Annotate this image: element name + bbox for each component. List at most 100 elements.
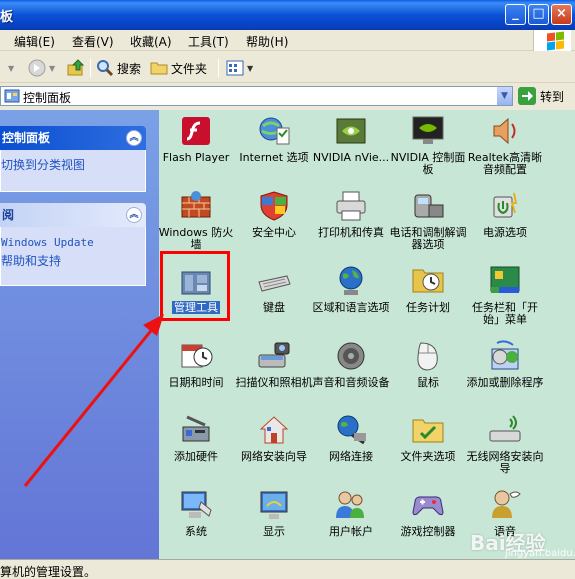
chevron-down-icon: ▼ (8, 63, 15, 73)
toolbar-separator (90, 59, 91, 77)
toolbar-separator (218, 59, 219, 77)
forward-button[interactable]: ▼ (28, 57, 55, 79)
control-panel-icon (4, 89, 20, 103)
control-panel-item[interactable]: 游戏控制器 (389, 488, 467, 538)
taskbar-icon (490, 266, 520, 293)
control-panel-item[interactable]: Internet 选项 (235, 114, 313, 164)
item-label: 文件夹选项 (400, 450, 456, 463)
menu-help[interactable]: 帮助(H) (246, 33, 288, 50)
item-label: 电话和调制解调器选项 (389, 226, 467, 251)
item-label: 添加或删除程序 (466, 376, 544, 389)
item-label: 区域和语言选项 (312, 301, 390, 314)
menu-view[interactable]: 查看(V) (72, 33, 114, 50)
forward-icon (28, 59, 46, 77)
scanner-icon (258, 342, 290, 368)
menu-edit[interactable]: 编辑(E) (14, 33, 55, 50)
flash-icon (182, 117, 210, 145)
control-panel-item[interactable]: 区域和语言选项 (312, 264, 390, 314)
speech-icon (492, 490, 521, 518)
item-label: 安全中心 (252, 226, 296, 239)
speaker-icon (337, 342, 365, 370)
switch-category-view-link[interactable]: 切换到分类视图 (1, 156, 145, 175)
control-panel-item[interactable]: 显示 (235, 488, 313, 538)
control-panel-item[interactable]: 鼠标 (389, 339, 467, 389)
search-button[interactable]: 搜索 (96, 57, 141, 79)
search-icon (97, 60, 114, 77)
control-panel-item[interactable]: 任务计划 (389, 264, 467, 314)
control-panel-item[interactable]: 声音和音频设备 (312, 339, 390, 389)
item-label: 网络安装向导 (241, 450, 307, 463)
folder-icon (150, 62, 168, 75)
control-panel-item[interactable]: 安全中心 (235, 189, 313, 239)
chevron-down-icon: ▼ (247, 63, 254, 73)
nvidia-control-panel-icon (412, 116, 444, 144)
control-panel-item[interactable]: 键盘 (235, 264, 313, 314)
close-button[interactable]: × (551, 4, 572, 25)
see-also-section: 阅 ︽ Windows Update 帮助和支持 (0, 203, 146, 286)
chevron-up-icon[interactable]: ︽ (126, 207, 142, 223)
nvidia-nview-icon (336, 118, 366, 144)
views-button[interactable]: ▼ (226, 57, 253, 79)
control-panel-item[interactable]: 添加或删除程序 (466, 339, 544, 389)
task-pane: 控制面板 ︽ 切换到分类视图 阅 ︽ Windows Update 帮助和支持 (0, 110, 159, 559)
control-panel-item[interactable]: 电话和调制解调器选项 (389, 189, 467, 251)
printer-icon (336, 191, 366, 221)
control-panel-item[interactable]: Flash Player (157, 114, 235, 164)
item-label: 日期和时间 (168, 376, 224, 389)
control-panel-item[interactable]: Realtek高清晰音频配置 (466, 114, 544, 176)
item-label: 鼠标 (417, 376, 439, 389)
watermark-url: jingyan.baidu.com (505, 548, 575, 559)
control-panel-item[interactable]: 网络安装向导 (235, 413, 313, 463)
item-label: 扫描仪和照相机 (235, 376, 313, 389)
control-panel-item[interactable]: 系统 (157, 488, 235, 538)
add-hardware-icon (182, 415, 210, 442)
clock-icon (181, 344, 213, 368)
item-label: 网络连接 (329, 450, 373, 463)
item-label: 键盘 (263, 301, 285, 314)
control-panel-item[interactable]: 日期和时间 (157, 339, 235, 389)
control-panel-item[interactable]: 用户帐户 (312, 488, 390, 538)
control-panel-item[interactable]: 网络连接 (312, 413, 390, 463)
item-label: Windows 防火墙 (158, 226, 234, 251)
back-dropdown[interactable]: ▼ (8, 57, 14, 79)
control-panel-item[interactable]: 文件夹选项 (389, 413, 467, 463)
help-support-link[interactable]: 帮助和支持 (1, 252, 145, 271)
windows-logo-icon (533, 30, 571, 51)
menu-tools[interactable]: 工具(T) (188, 33, 229, 50)
menu-favorites[interactable]: 收藏(A) (130, 33, 172, 50)
section-header[interactable]: 阅 ︽ (0, 203, 146, 227)
chevron-down-icon[interactable]: ▼ (496, 87, 512, 105)
windows-update-link[interactable]: Windows Update (1, 233, 145, 252)
minimize-button[interactable]: _ (505, 4, 526, 25)
go-button[interactable]: 转到 (518, 87, 564, 105)
control-panel-item[interactable]: 打印机和传真 (312, 189, 390, 239)
control-panel-item[interactable]: NVIDIA 控制面板 (389, 114, 467, 176)
address-field[interactable]: 控制面板 ▼ (0, 86, 513, 106)
up-folder-icon (67, 59, 85, 76)
network-connections-icon (337, 415, 366, 445)
control-panel-item[interactable]: 扫描仪和照相机 (235, 339, 313, 389)
maximize-button[interactable]: □ (528, 4, 549, 25)
control-panel-item[interactable]: NVIDIA nVie... (312, 114, 390, 164)
chevron-down-icon: ▼ (49, 63, 56, 73)
status-bar: 算机的管理设置。 (0, 559, 575, 579)
firewall-icon (181, 191, 211, 218)
display-icon (260, 491, 288, 519)
search-label: 搜索 (117, 61, 142, 76)
folders-label: 文件夹 (171, 61, 208, 76)
section-header[interactable]: 控制面板 ︽ (0, 126, 146, 150)
control-panel-item[interactable]: 添加硬件 (157, 413, 235, 463)
system-icon (181, 491, 212, 518)
control-panel-item[interactable]: 任务栏和「开始」菜单 (466, 264, 544, 326)
items-view: Flash Player Internet 选项 NVIDIA nVie... NVI… (159, 110, 575, 559)
control-panel-item[interactable]: Windows 防火墙 (157, 189, 235, 251)
up-folder-button[interactable] (66, 57, 86, 79)
item-label: NVIDIA 控制面板 (390, 151, 466, 176)
item-label: 电源选项 (483, 226, 527, 239)
control-panel-item[interactable]: 电源选项 (466, 189, 544, 239)
menu-bar: 编辑(E) 查看(V) 收藏(A) 工具(T) 帮助(H) (0, 30, 575, 51)
item-label: 游戏控制器 (400, 525, 456, 538)
folders-button[interactable]: 文件夹 (150, 57, 207, 79)
control-panel-item[interactable]: 无线网络安装向导 (466, 413, 544, 475)
chevron-up-icon[interactable]: ︽ (126, 130, 142, 146)
